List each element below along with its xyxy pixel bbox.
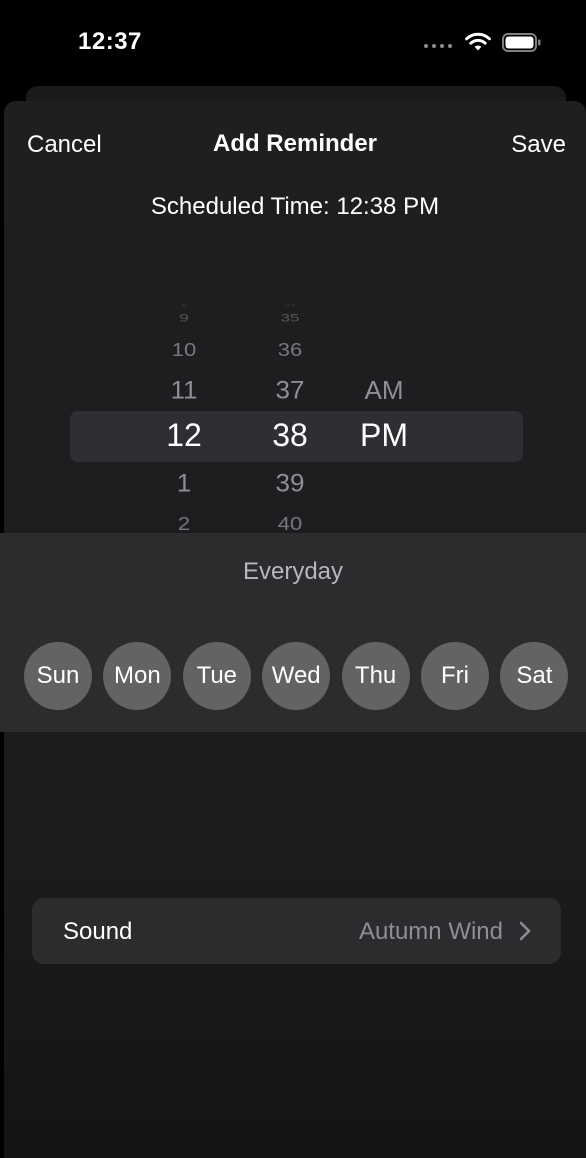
minute-option[interactable]: 36 [250, 339, 330, 361]
weekday-buttons: Sun Mon Tue Wed Thu Fri Sat [24, 642, 570, 710]
minute-option[interactable]: 37 [250, 376, 330, 405]
save-button[interactable]: Save [511, 131, 566, 159]
status-bar: 12:37 [0, 0, 586, 86]
scheduled-time-label: Scheduled Time: 12:38 PM [150, 193, 440, 220]
hour-option[interactable]: 11 [144, 376, 224, 405]
hour-option[interactable]: 9 [144, 312, 224, 325]
minute-option[interactable]: 35 [250, 312, 330, 325]
sound-value: Autumn Wind [358, 918, 503, 945]
weekday-selector: Everyday Sun Mon Tue Wed Thu Fri Sat [0, 533, 586, 732]
sound-label: Sound [63, 918, 133, 945]
sound-row[interactable]: Sound Autumn Wind [32, 898, 561, 964]
minute-option[interactable]: 39 [250, 469, 330, 498]
hour-option[interactable]: 2 [144, 513, 224, 535]
period-option[interactable]: AM [344, 375, 424, 406]
hour-selected[interactable]: 12 [144, 417, 224, 454]
day-button-sat[interactable]: Sat [500, 642, 569, 710]
day-button-mon[interactable]: Mon [103, 642, 172, 710]
minute-selected[interactable]: 38 [250, 417, 330, 454]
hour-option[interactable]: 8 [144, 303, 224, 308]
hour-option[interactable]: 10 [144, 339, 224, 361]
wifi-icon [465, 32, 491, 51]
minute-option[interactable]: 34 [250, 303, 330, 308]
hour-option[interactable]: 1 [144, 469, 224, 498]
minute-option[interactable]: 40 [250, 513, 330, 535]
page-title: Add Reminder [212, 130, 377, 157]
period-selected[interactable]: PM [344, 417, 424, 454]
day-button-sun[interactable]: Sun [24, 642, 92, 710]
cellular-signal-icon [424, 44, 452, 48]
repeat-summary-label: Everyday [242, 558, 344, 585]
day-button-fri[interactable]: Fri [421, 642, 489, 710]
day-button-thu[interactable]: Thu [341, 642, 410, 710]
screen: 12:37 Cancel Add Reminder Save Scheduled… [0, 0, 586, 1158]
day-button-tue[interactable]: Tue [182, 642, 251, 710]
chevron-right-icon [519, 921, 531, 941]
day-button-wed[interactable]: Wed [262, 642, 331, 710]
battery-icon [502, 33, 541, 52]
status-time: 12:37 [78, 28, 142, 55]
